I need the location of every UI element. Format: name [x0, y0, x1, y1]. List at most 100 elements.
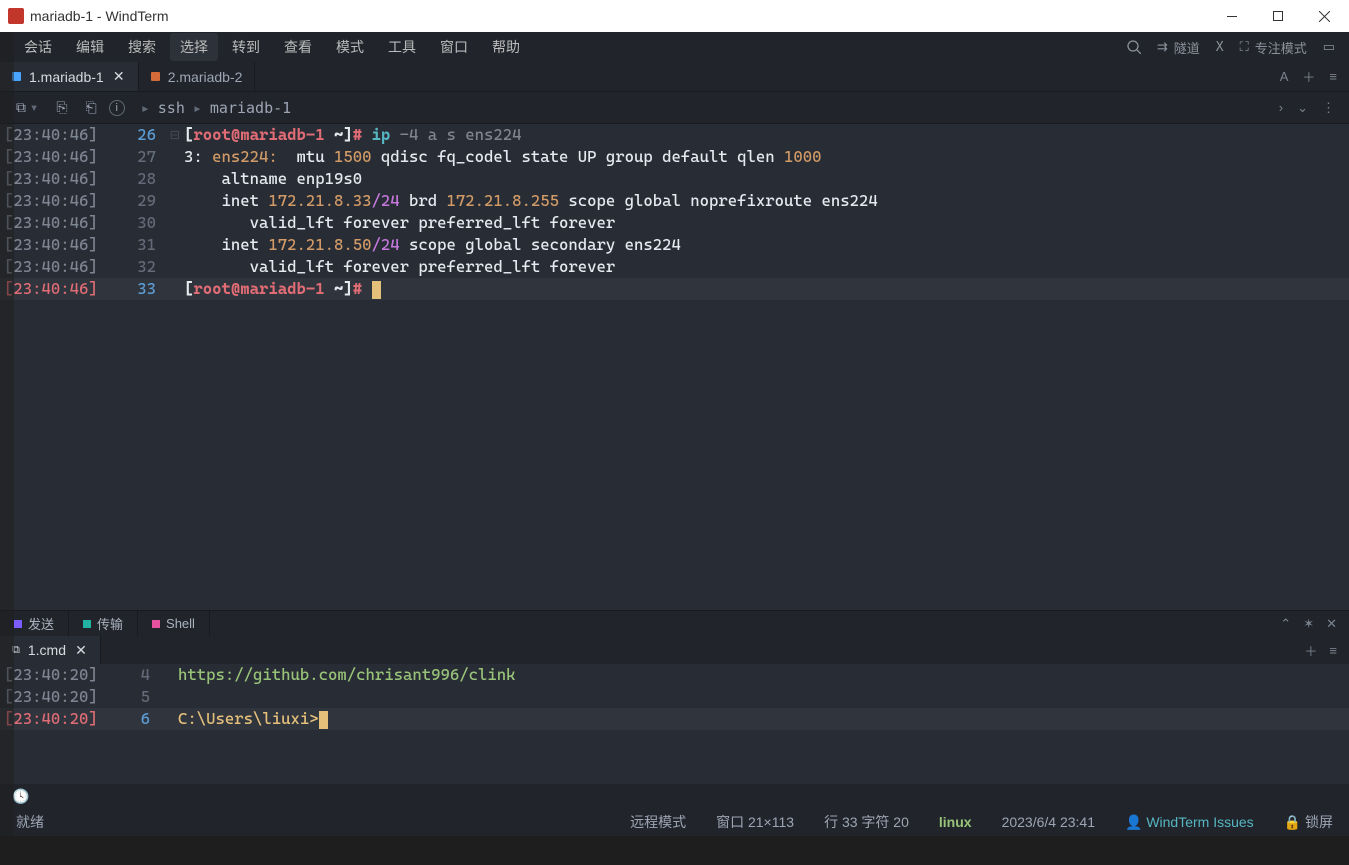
issues-label: WindTerm Issues [1146, 814, 1253, 830]
fold-mark [160, 664, 178, 686]
main-terminal[interactable]: [23:40:46] 26 ⊟ [root@mariadb-1 ~]# ip -… [0, 124, 1349, 610]
menu-item[interactable]: 搜索 [118, 33, 166, 61]
subtab-add-icon[interactable]: ＋ [1304, 641, 1317, 660]
focus-mode-action[interactable]: ⛶ 专注模式 [1240, 38, 1307, 57]
line-number: 26 [116, 124, 166, 146]
maximize-button[interactable] [1255, 0, 1301, 32]
status-issues[interactable]: 👤 WindTerm Issues [1125, 814, 1254, 831]
close-icon[interactable]: ✕ [112, 68, 126, 85]
location-bar: ⧉ ▾ ⎘ ⎗ i ▸ ssh ▸ mariadb-1 › ⌄ ⋮ [0, 92, 1349, 124]
menu-item[interactable]: 帮助 [482, 33, 530, 61]
status-remote-mode[interactable]: 远程模式 [630, 812, 686, 832]
crumb-scheme[interactable]: ssh [158, 99, 185, 117]
menu-item[interactable]: 编辑 [66, 33, 114, 61]
menu-item[interactable]: 查看 [274, 33, 322, 61]
fold-mark [166, 234, 184, 256]
fold-mark [166, 256, 184, 278]
line-number: 4 [116, 664, 160, 686]
search-icon[interactable] [1127, 40, 1141, 54]
line-number: 5 [116, 686, 160, 708]
chevron-right-icon: ▸ [141, 99, 150, 117]
fold-mark[interactable]: ⊟ [166, 124, 184, 146]
statusbar: 就绪 远程模式 窗口 21×113 行 33 字符 20 linux 2023/… [0, 808, 1349, 836]
folder-open-icon[interactable]: ⎘ [50, 99, 73, 116]
line-number: 29 [116, 190, 166, 212]
menu-item[interactable]: 转到 [222, 33, 270, 61]
fold-mark [166, 278, 184, 300]
tabs-add-icon[interactable]: ＋ [1302, 67, 1315, 86]
timestamp: [23:40:46] [0, 146, 116, 168]
line-number: 27 [116, 146, 166, 168]
timestamp: [23:40:20] [0, 664, 116, 686]
info-icon[interactable]: i [109, 100, 125, 116]
terminal-line: [23:40:20] 5 [0, 686, 1349, 708]
new-window-icon[interactable]: ⧉ ▾ [10, 99, 44, 116]
menu-item[interactable]: 会话 [14, 33, 62, 61]
terminal-line: [23:40:46] 27 3: ens224: mtu 1500 qdisc … [0, 146, 1349, 168]
menubar: 会话编辑搜索选择转到查看模式工具窗口帮助 ⇉ 隧道 X ⛶ 专注模式 ▭ [0, 32, 1349, 62]
terminal-text: valid_lft forever preferred_lft forever [184, 212, 615, 234]
crumb-host[interactable]: mariadb-1 [210, 99, 291, 117]
fold-mark [160, 686, 178, 708]
session-tab[interactable]: 2.mariadb-2 [139, 62, 256, 91]
fold-mark [166, 190, 184, 212]
menu-item[interactable]: 选择 [170, 33, 218, 61]
line-number: 28 [116, 168, 166, 190]
tab-label: 1.mariadb-1 [29, 69, 104, 85]
timestamp: [23:40:46] [0, 278, 116, 300]
fold-mark [166, 212, 184, 234]
panel-close-icon[interactable]: ✕ [1326, 616, 1337, 632]
focus-mode-icon: ⛶ [1240, 39, 1249, 55]
terminal-text: C:\Users\liuxi> [178, 708, 328, 730]
menu-item[interactable]: 模式 [326, 33, 374, 61]
minimize-button[interactable] [1209, 0, 1255, 32]
more-menu-icon[interactable]: ⋮ [1322, 100, 1335, 116]
subtab-menu-icon[interactable]: ≡ [1329, 643, 1337, 658]
timestamp: [23:40:46] [0, 234, 116, 256]
bottom-tab-label: Shell [166, 616, 195, 631]
terminal-line: [23:40:46] 33 [root@mariadb-1 ~]# [0, 278, 1349, 300]
terminal-text: altname enp19s0 [184, 168, 362, 190]
terminal-text: [root@mariadb-1 ~]# [184, 278, 381, 300]
terminal-text: [root@mariadb-1 ~]# ip -4 a s ens224 [184, 124, 522, 146]
bottom-tab[interactable]: Shell [138, 611, 210, 636]
terminal-text: valid_lft forever preferred_lft forever [184, 256, 615, 278]
terminal-text: inet 172.21.8.33/24 brd 172.21.8.255 sco… [184, 190, 878, 212]
history-dropdown-icon[interactable]: ⌄ [1297, 100, 1308, 116]
history-next-icon[interactable]: › [1279, 100, 1283, 115]
history-icon[interactable]: 🕓 [12, 788, 29, 805]
panel-gear-icon[interactable]: ✶ [1303, 616, 1314, 632]
session-tabs: 1.mariadb-1 ✕ 2.mariadb-2 A ＋ ≡ [0, 62, 1349, 92]
status-lock[interactable]: 🔒 锁屏 [1284, 812, 1333, 832]
issues-icon: 👤 [1125, 814, 1142, 830]
bottom-tab[interactable]: 传输 [69, 611, 138, 636]
shell-terminal[interactable]: [23:40:20] 4 https://github.com/chrisant… [0, 664, 1349, 784]
status-datetime: 2023/6/4 23:41 [1002, 814, 1095, 830]
terminal-line: [23:40:46] 26 ⊟ [root@mariadb-1 ~]# ip -… [0, 124, 1349, 146]
x-indicator[interactable]: X [1216, 40, 1224, 55]
session-tab[interactable]: 1.mariadb-1 ✕ [0, 62, 139, 91]
timestamp: [23:40:46] [0, 212, 116, 234]
close-icon[interactable]: ✕ [74, 642, 88, 659]
cursor [372, 281, 381, 299]
timestamp: [23:40:20] [0, 686, 116, 708]
timestamp: [23:40:20] [0, 708, 116, 730]
fold-mark [166, 168, 184, 190]
tunnel-action[interactable]: ⇉ 隧道 [1157, 38, 1200, 57]
tabs-filter-icon[interactable]: A [1280, 69, 1289, 84]
status-window-size: 窗口 21×113 [716, 812, 794, 832]
terminal-line: [23:40:46] 28 altname enp19s0 [0, 168, 1349, 190]
tunnel-label: 隧道 [1174, 38, 1200, 57]
close-button[interactable] [1301, 0, 1347, 32]
fold-mark [160, 708, 178, 730]
folder-add-icon[interactable]: ⎗ [80, 99, 103, 116]
panel-toggle-icon[interactable]: ▭ [1323, 39, 1335, 55]
line-number: 32 [116, 256, 166, 278]
terminal-line: [23:40:46] 32 valid_lft forever preferre… [0, 256, 1349, 278]
menu-item[interactable]: 工具 [378, 33, 426, 61]
menu-item[interactable]: 窗口 [430, 33, 478, 61]
tab-cmd[interactable]: ⧉ 1.cmd ✕ [0, 636, 101, 664]
panel-up-icon[interactable]: ⌃ [1280, 616, 1291, 632]
tabs-menu-icon[interactable]: ≡ [1329, 69, 1337, 84]
history-bar: 🕓 [0, 784, 1349, 808]
